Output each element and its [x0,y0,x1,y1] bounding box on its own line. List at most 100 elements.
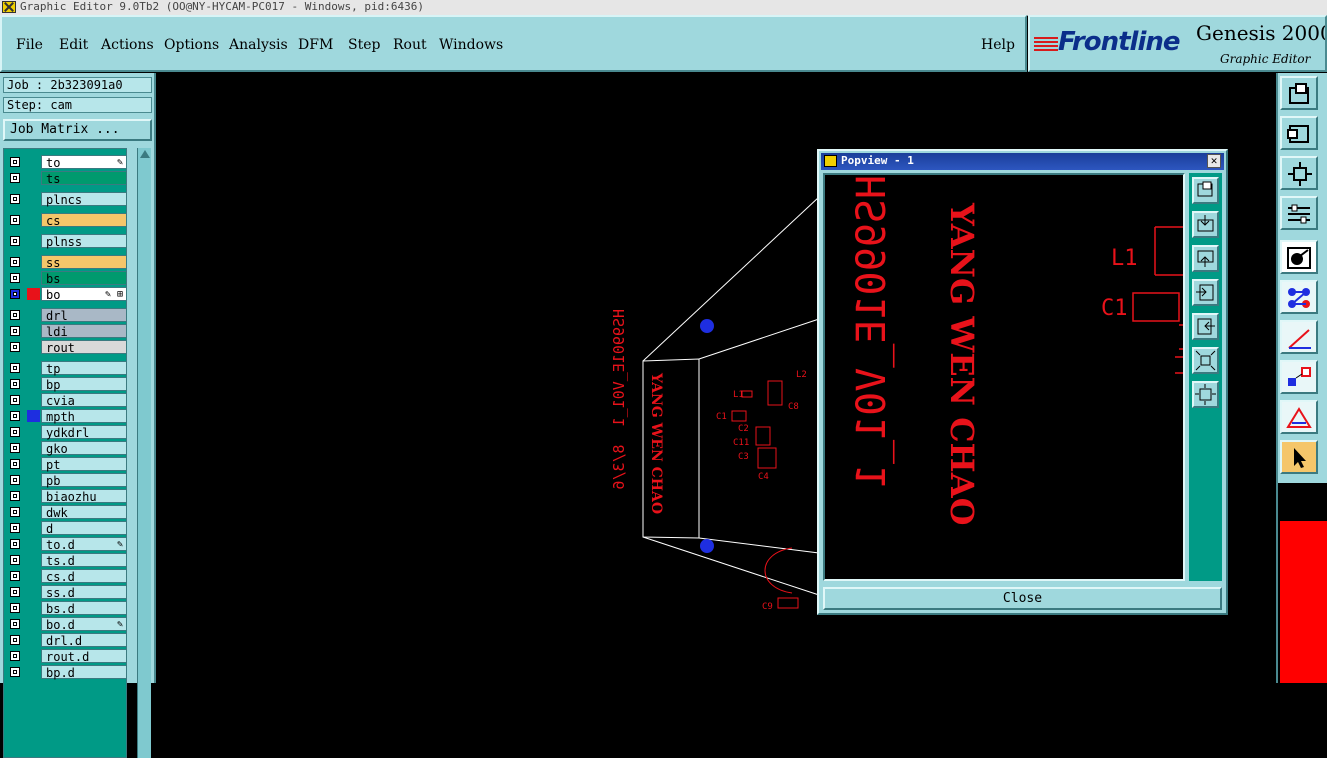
layer-checkbox[interactable] [10,395,20,405]
layer-name[interactable]: drl [41,308,127,323]
layer-name[interactable]: tp [41,361,127,376]
layer-row[interactable]: bo ✎ ⊞ [8,287,127,302]
layer-name[interactable]: ss.d [41,585,127,600]
tool-pointer-button[interactable] [1280,440,1318,474]
layer-checkbox[interactable] [10,443,20,453]
layer-row[interactable]: ydkdrl [8,425,127,440]
menu-edit[interactable]: Edit [59,37,88,53]
tool-snap-button[interactable] [1280,360,1318,394]
layer-display-color[interactable] [27,288,40,300]
popview-zoom-in-button[interactable] [1192,211,1219,238]
layer-row[interactable]: ts [8,171,127,186]
popview-close-icon[interactable]: ✕ [1207,154,1221,168]
layer-name[interactable]: ss [41,255,127,270]
layer-checkbox[interactable] [10,326,20,336]
popview-canvas[interactable]: YANG WEN CHAO HS9901E_V01_1 L1 C1 [823,173,1185,581]
popview-title-bar[interactable]: Popview - 1 ✕ [821,153,1224,170]
menu-actions[interactable]: Actions [101,37,154,53]
layer-checkbox[interactable] [10,523,20,533]
layer-checkbox[interactable] [10,363,20,373]
layer-row[interactable]: plnss [8,234,127,249]
layer-name[interactable]: mpth [41,409,127,424]
menu-windows[interactable]: Windows [439,37,503,53]
layer-checkbox[interactable] [10,215,20,225]
layer-row[interactable]: drl [8,308,127,323]
layer-checkbox[interactable] [10,635,20,645]
layer-row[interactable]: mpth [8,409,127,424]
layer-checkbox[interactable] [10,310,20,320]
layer-row[interactable]: bp.d [8,665,127,680]
layer-list-scrollbar[interactable] [137,148,151,758]
menu-options[interactable]: Options [164,37,219,53]
layer-name[interactable]: ydkdrl [41,425,127,440]
layer-name[interactable]: bo.d ✎ [41,617,127,632]
layer-name[interactable]: pb [41,473,127,488]
layer-name[interactable]: plnss [41,234,127,249]
layer-row[interactable]: rout.d [8,649,127,664]
menu-file[interactable]: File [16,37,43,53]
popview-close-button[interactable]: Close [823,587,1222,610]
layer-row[interactable]: bs.d [8,601,127,616]
menu-step[interactable]: Step [348,37,380,53]
tool-connect-button[interactable] [1280,280,1318,314]
popview-expand-button[interactable] [1192,381,1219,408]
layer-row[interactable]: cs [8,213,127,228]
menu-analysis[interactable]: Analysis [229,37,288,53]
layer-checkbox[interactable] [10,427,20,437]
layer-name[interactable]: pt [41,457,127,472]
layer-checkbox[interactable] [10,194,20,204]
layer-row[interactable]: pt [8,457,127,472]
tool-measure-button[interactable] [1280,320,1318,354]
tool-drc-button[interactable] [1280,400,1318,434]
layer-checkbox[interactable] [10,236,20,246]
menu-rout[interactable]: Rout [393,37,427,53]
tool-select-feature-button[interactable] [1280,240,1318,274]
tool-zoom-home-button[interactable] [1280,76,1318,110]
layer-row[interactable]: dwk [8,505,127,520]
layer-checkbox[interactable] [10,651,20,661]
menu-dfm[interactable]: DFM [298,37,333,53]
layer-checkbox[interactable] [10,379,20,389]
layer-row[interactable]: to ✎ [8,155,127,170]
layer-checkbox[interactable] [10,459,20,469]
layer-name[interactable]: cs [41,213,127,228]
layer-checkbox[interactable] [10,475,20,485]
popview-pan-right-button[interactable] [1192,313,1219,340]
tool-fit-button[interactable] [1280,156,1318,190]
tool-zoom-window-button[interactable] [1280,116,1318,150]
popview-zoom-home-button[interactable] [1192,177,1219,204]
layer-checkbox[interactable] [10,667,20,677]
layer-checkbox[interactable] [10,539,20,549]
layer-row[interactable]: biaozhu [8,489,127,504]
layer-checkbox[interactable] [10,619,20,629]
layer-row[interactable]: bs [8,271,127,286]
layer-name[interactable]: to ✎ [41,155,127,170]
layer-name[interactable]: dwk [41,505,127,520]
layer-name[interactable]: drl.d [41,633,127,648]
popview-fit-button[interactable] [1192,347,1219,374]
layer-name[interactable]: rout [41,340,127,355]
layer-checkbox[interactable] [10,173,20,183]
layer-name[interactable]: cs.d [41,569,127,584]
layer-checkbox[interactable] [10,289,20,299]
layer-checkbox[interactable] [10,157,20,167]
layer-name[interactable]: rout.d [41,649,127,664]
layer-name[interactable]: d [41,521,127,536]
layer-name[interactable]: bo ✎ ⊞ [41,287,127,302]
layer-name[interactable]: bp.d [41,665,127,680]
layer-row[interactable]: ts.d [8,553,127,568]
layer-checkbox[interactable] [10,571,20,581]
layer-checkbox[interactable] [10,491,20,501]
layer-checkbox[interactable] [10,603,20,613]
layer-name[interactable]: biaozhu [41,489,127,504]
layer-checkbox[interactable] [10,257,20,267]
layer-name[interactable]: plncs [41,192,127,207]
layer-row[interactable]: gko [8,441,127,456]
layer-row[interactable]: bp [8,377,127,392]
layer-row[interactable]: bo.d ✎ [8,617,127,632]
layer-name[interactable]: ts.d [41,553,127,568]
layer-name[interactable]: bs [41,271,127,286]
layer-row[interactable]: to.d ✎ [8,537,127,552]
layer-row[interactable]: plncs [8,192,127,207]
layer-name[interactable]: cvia [41,393,127,408]
